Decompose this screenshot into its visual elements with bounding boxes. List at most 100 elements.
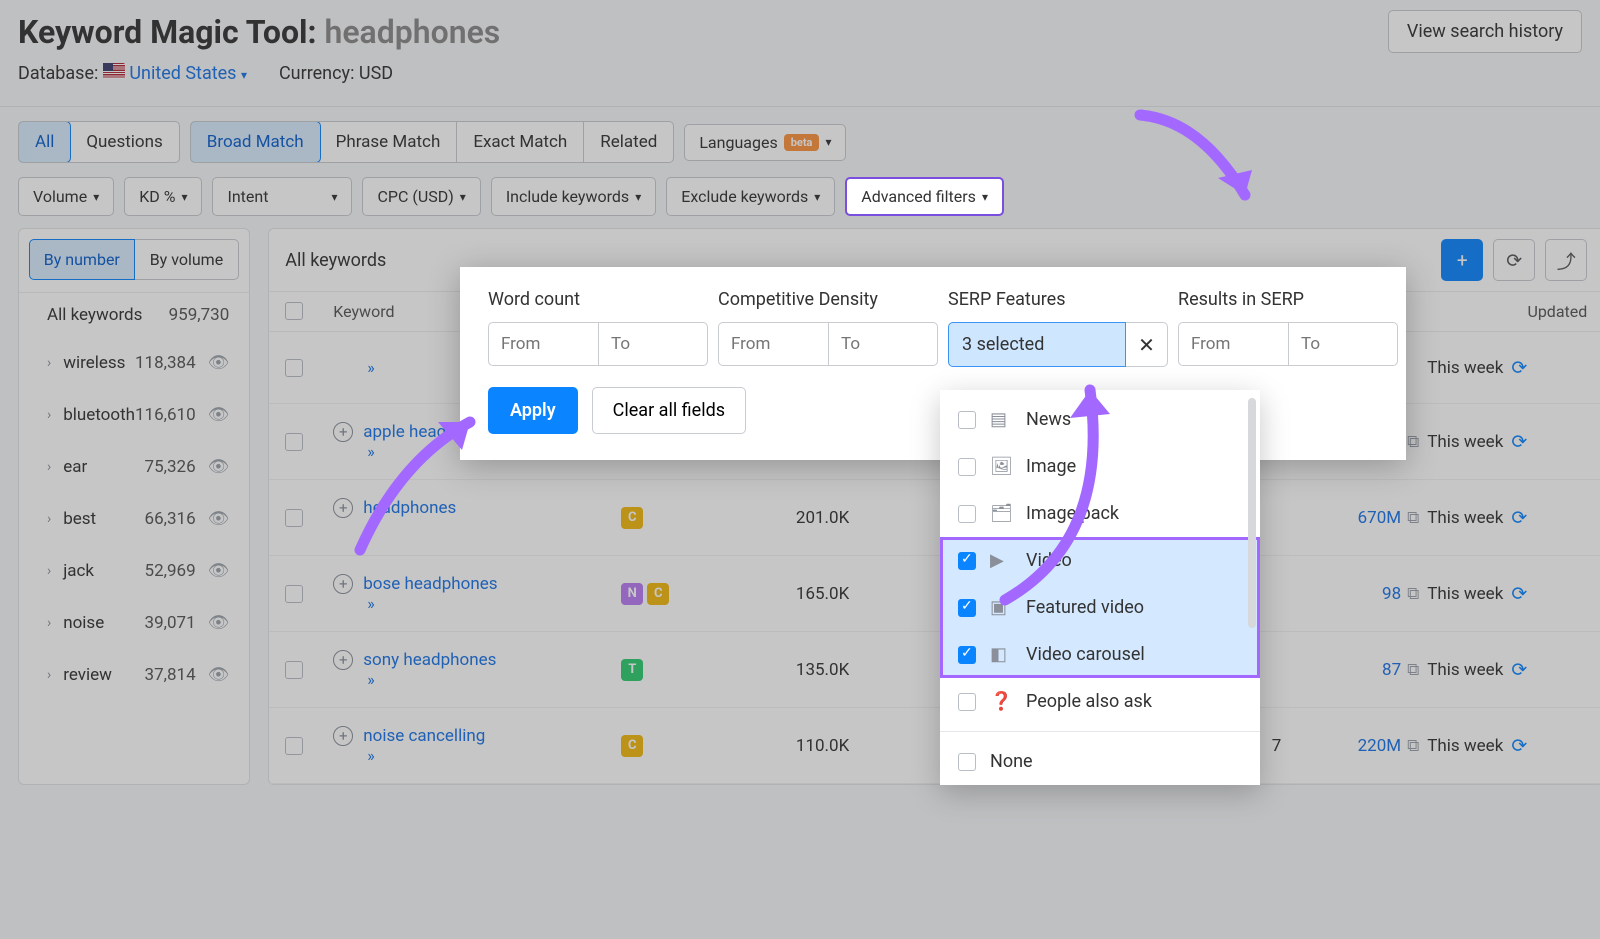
- tab-broad-match[interactable]: Broad Match: [190, 121, 321, 163]
- expand-icon[interactable]: »: [367, 746, 613, 765]
- sort-by-volume[interactable]: By volume: [135, 239, 240, 280]
- include-keywords-filter[interactable]: Include keywords ▾: [491, 177, 656, 216]
- option-image-pack[interactable]: 🗂Image pack: [940, 490, 1260, 537]
- results-cell[interactable]: 220M⧉: [1289, 736, 1419, 756]
- option-people-also-ask[interactable]: ❓People also ask: [940, 678, 1260, 725]
- word-count-to[interactable]: [598, 322, 708, 366]
- eye-icon[interactable]: 👁: [208, 457, 230, 477]
- expand-icon[interactable]: »: [367, 518, 613, 537]
- apply-button[interactable]: Apply: [488, 387, 578, 434]
- intent-cell: NC: [621, 582, 711, 605]
- all-keywords-heading: All keywords: [285, 250, 386, 271]
- kd-filter[interactable]: KD % ▾: [124, 177, 202, 216]
- eye-icon[interactable]: 👁: [208, 509, 230, 529]
- sort-by-number[interactable]: By number: [29, 239, 135, 280]
- sidebar-item[interactable]: ›jack52,969👁: [19, 545, 249, 597]
- eye-icon[interactable]: 👁: [208, 613, 230, 633]
- sidebar-item[interactable]: ›ear75,326👁: [19, 441, 249, 493]
- keyword-link[interactable]: +sony headphones: [333, 650, 613, 670]
- keyword-link[interactable]: +noise cancelling: [333, 726, 613, 746]
- tab-exact-match[interactable]: Exact Match: [457, 122, 584, 162]
- refresh-icon[interactable]: ⟳: [1511, 658, 1527, 681]
- row-checkbox[interactable]: [285, 737, 303, 755]
- cpc-filter[interactable]: CPC (USD) ▾: [362, 177, 480, 216]
- currency-label: Currency: USD: [279, 63, 393, 84]
- sidebar-item[interactable]: ›noise39,071👁: [19, 597, 249, 649]
- col-updated[interactable]: Updated: [1427, 302, 1587, 321]
- option-video-carousel[interactable]: ◧Video carousel: [940, 631, 1260, 678]
- sidebar-item[interactable]: ›review37,814👁: [19, 649, 249, 701]
- refresh-icon[interactable]: ⟳: [1511, 356, 1527, 379]
- volume-cell: 110.0K: [719, 736, 849, 756]
- row-checkbox[interactable]: [285, 359, 303, 377]
- word-count-from[interactable]: [488, 322, 598, 366]
- add-icon[interactable]: +: [333, 726, 353, 746]
- row-checkbox[interactable]: [285, 509, 303, 527]
- languages-dropdown[interactable]: Languages beta ▾: [684, 124, 846, 161]
- sidebar-item[interactable]: ›best66,316👁: [19, 493, 249, 545]
- tab-questions[interactable]: Questions: [70, 122, 178, 162]
- sidebar-item[interactable]: ›bluetooth116,610👁: [19, 389, 249, 441]
- row-checkbox[interactable]: [285, 585, 303, 603]
- row-checkbox[interactable]: [285, 661, 303, 679]
- serp-icon: ⧉: [1407, 584, 1419, 604]
- comp-density-to[interactable]: [828, 322, 938, 366]
- option-video[interactable]: ▶Video: [940, 537, 1260, 584]
- results-cell[interactable]: 98⧉: [1289, 584, 1419, 604]
- competitive-density-label: Competitive Density: [718, 289, 938, 310]
- serp-icon: ⧉: [1407, 432, 1419, 452]
- tab-related[interactable]: Related: [584, 122, 673, 162]
- eye-icon[interactable]: 👁: [208, 405, 230, 425]
- results-from[interactable]: [1178, 322, 1288, 366]
- refresh-icon[interactable]: ⟳: [1511, 734, 1527, 757]
- serp-features-select[interactable]: 3 selected: [948, 322, 1126, 367]
- chevron-down-icon: ▾: [93, 190, 99, 204]
- expand-icon[interactable]: »: [367, 670, 613, 689]
- add-icon[interactable]: +: [333, 650, 353, 670]
- keyword-groups-sidebar: By number By volume All keywords 959,730…: [18, 228, 250, 785]
- eye-icon[interactable]: 👁: [208, 665, 230, 685]
- advanced-filters-button[interactable]: Advanced filters ▾: [845, 177, 1004, 216]
- chevron-right-icon: ›: [47, 563, 51, 579]
- add-icon[interactable]: +: [333, 422, 353, 442]
- option-featured-video[interactable]: ▣Featured video: [940, 584, 1260, 631]
- eye-icon[interactable]: 👁: [208, 561, 230, 581]
- all-keywords-label[interactable]: All keywords: [47, 305, 142, 325]
- clear-serp-features-button[interactable]: ✕: [1126, 322, 1168, 367]
- option-image[interactable]: 🖼Image: [940, 443, 1260, 490]
- results-to[interactable]: [1288, 322, 1398, 366]
- comp-density-from[interactable]: [718, 322, 828, 366]
- eye-icon[interactable]: 👁: [208, 353, 230, 373]
- advanced-filters-panel: Word count Competitive Density SERP Feat…: [460, 267, 1406, 460]
- results-cell[interactable]: 670M⧉: [1289, 508, 1419, 528]
- add-to-list-button[interactable]: +: [1441, 239, 1483, 281]
- export-button[interactable]: ⤴: [1545, 239, 1587, 281]
- add-icon[interactable]: +: [333, 574, 353, 594]
- refresh-button[interactable]: ⟳: [1493, 239, 1535, 281]
- exclude-keywords-filter[interactable]: Exclude keywords ▾: [666, 177, 835, 216]
- tab-phrase-match[interactable]: Phrase Match: [320, 122, 458, 162]
- scrollbar[interactable]: [1248, 398, 1256, 628]
- add-icon[interactable]: +: [333, 498, 353, 518]
- row-checkbox[interactable]: [285, 433, 303, 451]
- table-row: +noise cancelling»C110.0K890.441.007220M…: [269, 708, 1600, 784]
- chevron-down-icon: ▾: [460, 190, 466, 204]
- refresh-icon[interactable]: ⟳: [1511, 430, 1527, 453]
- option-news[interactable]: ▤News: [940, 396, 1260, 443]
- option-none[interactable]: None: [940, 738, 1260, 785]
- intent-filter[interactable]: Intent ▾: [212, 177, 352, 216]
- sidebar-item[interactable]: ›wireless118,384👁: [19, 337, 249, 389]
- keyword-link[interactable]: +bose headphones: [333, 574, 613, 594]
- volume-filter[interactable]: Volume ▾: [18, 177, 114, 216]
- expand-icon[interactable]: »: [367, 594, 613, 613]
- database-selector[interactable]: Database: United States ▾: [18, 63, 247, 84]
- view-history-button[interactable]: View search history: [1388, 10, 1582, 53]
- select-all-checkbox[interactable]: [285, 302, 303, 320]
- clear-all-button[interactable]: Clear all fields: [592, 387, 746, 434]
- tab-all[interactable]: All: [18, 121, 71, 163]
- keyword-link[interactable]: +headphones: [333, 498, 613, 518]
- refresh-icon[interactable]: ⟳: [1511, 506, 1527, 529]
- results-cell[interactable]: 87⧉: [1289, 660, 1419, 680]
- serp-features-label: SERP Features: [948, 289, 1168, 310]
- refresh-icon[interactable]: ⟳: [1511, 582, 1527, 605]
